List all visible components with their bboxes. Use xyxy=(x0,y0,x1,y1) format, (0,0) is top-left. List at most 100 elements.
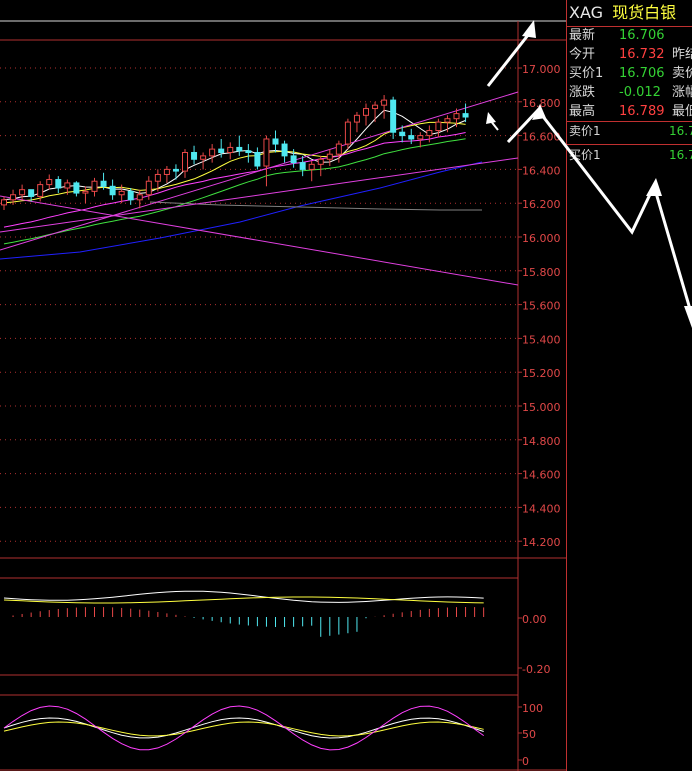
candlestick xyxy=(381,95,388,119)
kdj-j-line xyxy=(3,705,484,751)
quote-row-value: 16.732 xyxy=(619,47,665,62)
candle-body xyxy=(263,138,270,167)
candlestick xyxy=(281,140,288,163)
price-tick-label: 15.000 xyxy=(522,401,561,414)
trend-line-descending xyxy=(0,195,519,286)
candlestick xyxy=(426,125,433,143)
candlestick xyxy=(191,145,198,165)
kdj-tick-label: 50 xyxy=(522,728,536,741)
candlestick xyxy=(390,96,397,139)
kdj-tick-label: 0 xyxy=(522,755,529,768)
candlestick xyxy=(363,103,369,126)
ask-price: 16.7 xyxy=(669,124,692,138)
candlestick xyxy=(372,101,379,123)
candle-body xyxy=(417,135,424,140)
ask-label: 卖价1 xyxy=(569,124,601,138)
symbol-code: XAG xyxy=(569,3,604,22)
price-tick-label: 17.000 xyxy=(522,63,561,76)
ma10-line xyxy=(3,121,466,204)
candlestick xyxy=(263,135,270,187)
candle-body xyxy=(64,182,71,189)
candlestick xyxy=(462,103,469,123)
candle-body xyxy=(462,113,469,118)
bid-price: 16.7 xyxy=(669,148,692,162)
price-tick-label: 16.800 xyxy=(522,97,561,110)
trend-line-ascending-upper xyxy=(0,91,519,251)
kdj-d-line xyxy=(3,721,484,737)
candlestick xyxy=(46,174,53,190)
kdj-k-line xyxy=(3,717,484,739)
candle-body xyxy=(200,155,207,160)
symbol-header: XAG 现货白银 xyxy=(569,3,676,23)
candlestick xyxy=(236,135,243,156)
candle-body xyxy=(163,168,170,175)
candlestick xyxy=(82,186,89,204)
candle-body xyxy=(191,152,198,160)
candle-body xyxy=(435,121,442,132)
chart-grid xyxy=(0,20,566,771)
candlestick xyxy=(245,144,252,163)
quote-row-label: 最新 xyxy=(569,28,596,43)
candle-body xyxy=(236,146,243,152)
candle-body xyxy=(46,179,53,186)
price-tick-label: 16.200 xyxy=(522,198,561,211)
candle-body xyxy=(19,189,26,196)
macd-tick-label: -0.20 xyxy=(522,663,550,676)
candle-body xyxy=(91,180,98,192)
candle-body xyxy=(290,155,297,164)
candlestick xyxy=(308,160,315,182)
candle-body xyxy=(100,180,107,187)
candle-body xyxy=(73,182,80,194)
candlestick xyxy=(272,130,279,153)
quote-row-label-secondary: 涨幅 xyxy=(672,85,692,100)
candle-body xyxy=(444,118,451,123)
candle-body xyxy=(344,121,351,145)
candlestick xyxy=(209,144,216,163)
price-axis: 17.000 16.800 16.600 16.400 16.200 16.000 15.8… xyxy=(518,63,561,549)
candle-body xyxy=(390,99,397,133)
candle-body xyxy=(209,148,216,157)
candle-body xyxy=(408,135,415,140)
candlestick xyxy=(435,118,442,138)
candle-body xyxy=(37,184,44,197)
candle-body xyxy=(10,194,17,201)
candlestick xyxy=(163,166,170,183)
ma20-line xyxy=(3,132,466,228)
price-tick-label: 15.400 xyxy=(522,333,561,346)
candle-body xyxy=(372,104,379,110)
quote-row-value: 16.706 xyxy=(619,66,665,81)
candlestick xyxy=(1,196,7,210)
quote-row-value: 16.789 xyxy=(619,104,665,119)
candle-body xyxy=(281,143,288,157)
candle-body xyxy=(326,153,333,160)
candle-body xyxy=(245,150,252,153)
price-tick-label: 14.800 xyxy=(522,435,561,448)
macd-indicator-panel[interactable]: 0.00 -0.20 xyxy=(3,590,550,676)
candlestick xyxy=(182,149,188,178)
price-tick-label: 15.600 xyxy=(522,300,561,313)
candlestick-series[interactable] xyxy=(1,95,469,210)
candle-body xyxy=(227,146,234,153)
candle-body xyxy=(1,199,7,206)
candle-body xyxy=(172,168,179,172)
price-tick-label: 14.400 xyxy=(522,502,561,515)
candle-body xyxy=(218,148,225,153)
quote-row-label: 买价1 xyxy=(569,66,604,81)
candlestick xyxy=(317,155,324,177)
macd-tick-label: 0.00 xyxy=(522,613,547,626)
price-tick-label: 14.600 xyxy=(522,469,561,482)
kdj-indicator-panel[interactable]: 100 50 0 xyxy=(3,702,543,768)
quote-row-label: 今开 xyxy=(569,47,596,62)
candlestick xyxy=(353,111,360,133)
price-tick-label: 15.800 xyxy=(522,266,561,279)
price-chart-panel[interactable]: 17.000 16.800 16.600 16.400 16.200 16.000 15.8… xyxy=(0,0,566,771)
candle-body xyxy=(399,131,406,137)
candle-body xyxy=(363,108,369,116)
trend-line-ascending-lower xyxy=(0,157,519,233)
quote-row-label-secondary: 昨结 xyxy=(672,47,692,62)
candle-body xyxy=(335,143,342,155)
quote-row-label-secondary: 最低 xyxy=(672,104,692,119)
candlestick xyxy=(109,179,116,200)
candlestick xyxy=(55,176,62,194)
candle-body xyxy=(317,158,324,165)
